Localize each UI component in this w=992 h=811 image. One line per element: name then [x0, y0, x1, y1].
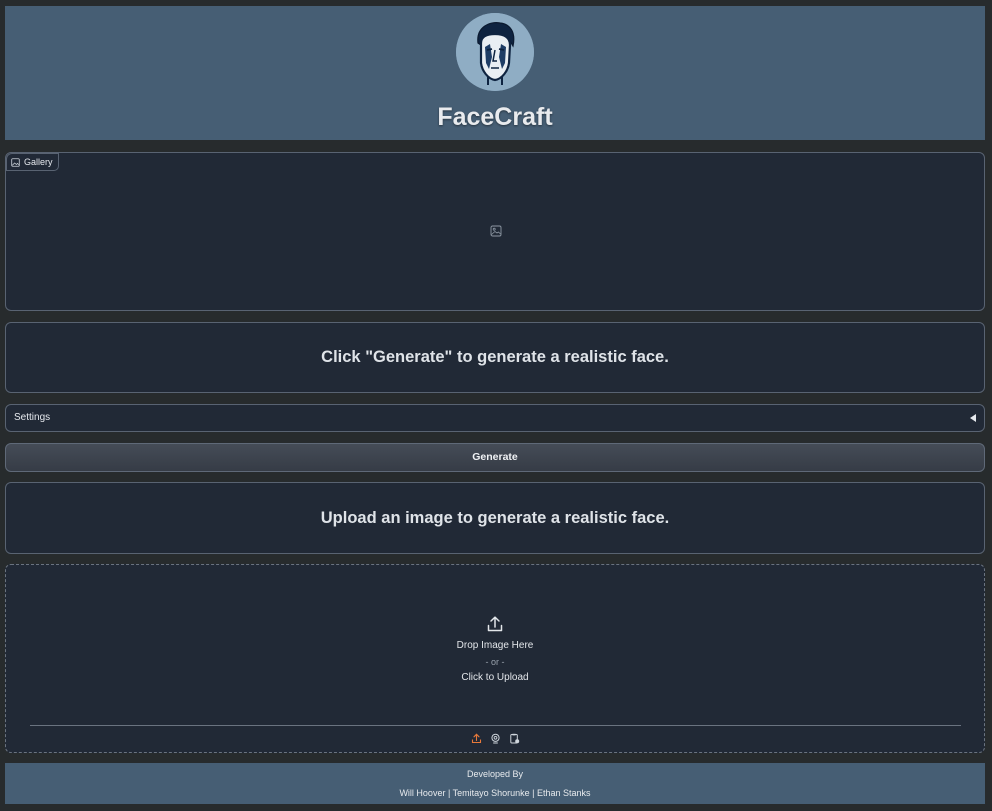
generate-button[interactable]: Generate [5, 443, 985, 472]
face-logo-icon [456, 13, 534, 91]
upload-icon [487, 616, 503, 632]
app-title: FaceCraft [437, 103, 553, 131]
footer: Developed By Will Hoover | Temitayo Shor… [5, 763, 985, 804]
upload-prompt[interactable]: Drop Image Here - or - Click to Upload [6, 615, 984, 685]
divider [30, 725, 961, 726]
image-icon [490, 225, 502, 237]
upload-source-icon[interactable] [471, 733, 482, 744]
settings-label: Settings [14, 412, 51, 423]
footer-authors: Will Hoover | Temitayo Shorunke | Ethan … [399, 788, 591, 798]
clipboard-icon[interactable] [509, 733, 520, 744]
drop-image-text: Drop Image Here [456, 640, 534, 651]
header: FaceCraft [5, 6, 985, 140]
generate-instructions: Click "Generate" to generate a realistic… [5, 322, 985, 393]
settings-accordion[interactable]: Settings [5, 404, 985, 432]
upload-instructions: Upload an image to generate a realistic … [5, 482, 985, 554]
or-separator: - or - [485, 657, 505, 667]
generate-heading: Click "Generate" to generate a realistic… [321, 348, 669, 366]
gallery-panel: Gallery [5, 152, 985, 311]
source-selector [6, 733, 984, 744]
collapse-arrow-icon[interactable] [970, 414, 976, 422]
webcam-icon[interactable] [490, 733, 501, 744]
upload-heading: Upload an image to generate a realistic … [320, 508, 670, 527]
footer-developed-by: Developed By [466, 769, 524, 779]
gallery-label: Gallery [6, 153, 59, 171]
click-to-upload-text: Click to Upload [461, 672, 529, 683]
page: FaceCraft Gallery Click "Generate" to ge… [0, 0, 992, 811]
image-upload-dropzone[interactable]: Drop Image Here - or - Click to Upload [5, 564, 985, 753]
image-icon [11, 157, 20, 167]
gallery-label-text: Gallery [24, 157, 53, 167]
